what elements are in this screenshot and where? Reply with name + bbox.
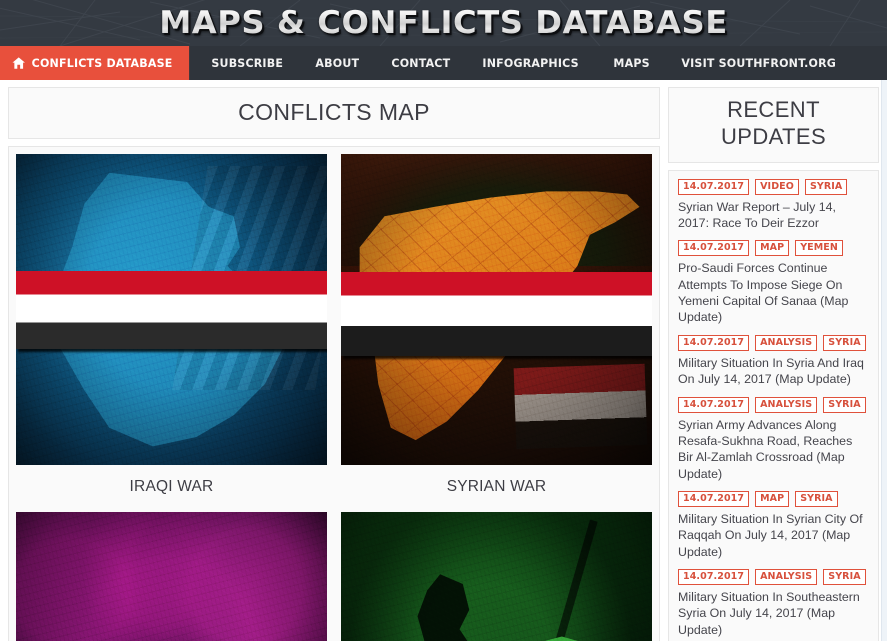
site-masthead: MAPS & CONFLICTS DATABASE [0,0,887,46]
site-title: MAPS & CONFLICTS DATABASE [0,0,887,46]
nav-item-conflicts-database[interactable]: CONFLICTS DATABASE [0,46,189,80]
update-title-link[interactable]: Military Situation In Syrian City Of Raq… [678,511,869,560]
content-area: CONFLICTS MAP IRAQI WAR SYRIAN WAR RECEN… [0,80,887,641]
update-date-tag[interactable]: 14.07.2017 [678,491,750,507]
update-title-link[interactable]: Military Situation In Syria And Iraq On … [678,355,869,388]
conflict-caption-syria[interactable]: SYRIAN WAR [341,465,652,512]
nav-item-label: CONTACT [391,56,451,70]
iraq-wordmark: IRAQ [16,270,327,349]
conflict-card-ukraine[interactable]: UKRAINE UKRAINIAN CONFLICT [16,512,327,641]
nav-item-label: MAPS [613,56,650,70]
update-tag-row: 14.07.2017 ANALYSIS SYRIA [678,334,869,351]
update-item: 14.07.2017 VIDEO SYRIA Syrian War Report… [678,178,869,232]
update-tag-row: 14.07.2017 MAP SYRIA [678,491,869,507]
update-country-tag[interactable]: YEMEN [795,240,843,257]
page-root: MAPS & CONFLICTS DATABASE CONFLICTS DATA… [0,0,887,641]
conflict-card-syria[interactable]: SYRIA SYRIAN WAR [341,154,652,512]
page-title: CONFLICTS MAP [238,99,430,125]
sidebar: RECENT UPDATES 14.07.2017 VIDEO SYRIA Sy… [668,87,887,641]
nav-item-label: SUBSCRIBE [211,56,283,70]
iraq-map-artwork: IRAQ [16,154,327,466]
syria-map-artwork: SYRIA [341,154,652,466]
update-title-link[interactable]: Syrian Army Advances Along Resafa-Sukhna… [678,417,869,483]
conflict-thumbnail-syria[interactable]: SYRIA [341,154,652,466]
syria-wordmark: SYRIA [341,272,652,357]
update-date-tag[interactable]: 14.07.2017 [678,240,750,257]
nav-item-infographics[interactable]: INFOGRAPHICS [468,46,593,80]
page-right-edge [881,80,887,641]
nav-item-about[interactable]: ABOUT [301,46,374,80]
conflicts-grid: IRAQ IRAQI WAR [16,154,652,641]
nav-item-label: VISIT SOUTHFRONT.ORG [681,56,836,70]
update-date-tag[interactable]: 14.07.2017 [678,334,750,351]
update-country-tag[interactable]: SYRIA [823,569,866,586]
nav-item-maps[interactable]: MAPS [599,46,664,80]
nav-item-label: CONFLICTS DATABASE [31,56,173,70]
update-tag-row: 14.07.2017 MAP YEMEN [678,240,869,257]
nav-item-contact[interactable]: CONTACT [377,46,465,80]
conflict-card-yemen[interactable]: YEMEN YEMENI WAR [341,512,652,641]
nav-item-subscribe[interactable]: SUBSCRIBE [197,46,297,80]
vignette-overlay [16,512,327,641]
update-country-tag[interactable]: SYRIA [795,491,838,507]
update-country-tag[interactable]: SYRIA [804,178,848,195]
conflict-card-iraq[interactable]: IRAQ IRAQI WAR [16,154,327,512]
update-category-tag[interactable]: MAP [755,491,790,507]
conflict-thumbnail-ukraine[interactable]: UKRAINE [16,512,327,641]
yemen-map-artwork: YEMEN [341,512,652,641]
nav-item-label: ABOUT [315,56,360,70]
update-title-link[interactable]: Pro-Saudi Forces Continue Attempts To Im… [678,260,869,326]
conflicts-cards-panel: IRAQ IRAQI WAR [8,146,660,641]
update-country-tag[interactable]: SYRIA [823,396,866,413]
recent-updates-header-panel: RECENT UPDATES [668,87,879,163]
update-date-tag[interactable]: 14.07.2017 [678,396,750,413]
update-country-tag[interactable]: SYRIA [823,334,866,351]
panel-spacer [8,139,660,146]
vignette-overlay [341,512,652,641]
nav-item-label: INFOGRAPHICS [482,56,580,70]
update-item: 14.07.2017 ANALYSIS SYRIA Military Situa… [678,569,869,638]
panel-spacer [668,163,879,170]
update-tag-row: 14.07.2017 VIDEO SYRIA [678,178,869,195]
conflicts-map-header-panel: CONFLICTS MAP [8,87,660,140]
nav-item-visit-southfront[interactable]: VISIT SOUTHFRONT.ORG [667,46,850,80]
main-navigation: CONFLICTS DATABASE SUBSCRIBE ABOUT CONTA… [0,46,887,80]
recent-updates-title: RECENT UPDATES [720,97,827,149]
update-item: 14.07.2017 ANALYSIS SYRIA Military Situa… [678,334,869,388]
update-item: 14.07.2017 ANALYSIS SYRIA Syrian Army Ad… [678,396,869,483]
conflict-thumbnail-yemen[interactable]: YEMEN [341,512,652,641]
update-item: 14.07.2017 MAP SYRIA Military Situation … [678,491,869,560]
recent-updates-list: 14.07.2017 VIDEO SYRIA Syrian War Report… [668,169,879,641]
home-icon [12,57,25,69]
update-tag-row: 14.07.2017 ANALYSIS SYRIA [678,396,869,413]
update-title-link[interactable]: Syrian War Report – July 14, 2017: Race … [678,199,869,232]
update-category-tag[interactable]: VIDEO [755,178,799,195]
conflict-caption-iraq[interactable]: IRAQI WAR [16,465,327,512]
update-title-link[interactable]: Military Situation In Southeastern Syria… [678,589,869,638]
update-item: 14.07.2017 MAP YEMEN Pro-Saudi Forces Co… [678,240,869,325]
update-category-tag[interactable]: ANALYSIS [755,334,818,351]
update-date-tag[interactable]: 14.07.2017 [678,569,750,586]
update-category-tag[interactable]: ANALYSIS [755,569,818,586]
update-tag-row: 14.07.2017 ANALYSIS SYRIA [678,569,869,586]
update-date-tag[interactable]: 14.07.2017 [678,178,750,195]
update-category-tag[interactable]: ANALYSIS [755,396,818,413]
conflict-thumbnail-iraq[interactable]: IRAQ [16,154,327,466]
main-column: CONFLICTS MAP IRAQI WAR SYRIAN WAR [0,87,668,641]
ukraine-map-artwork: UKRAINE [16,512,327,641]
update-category-tag[interactable]: MAP [755,240,790,257]
